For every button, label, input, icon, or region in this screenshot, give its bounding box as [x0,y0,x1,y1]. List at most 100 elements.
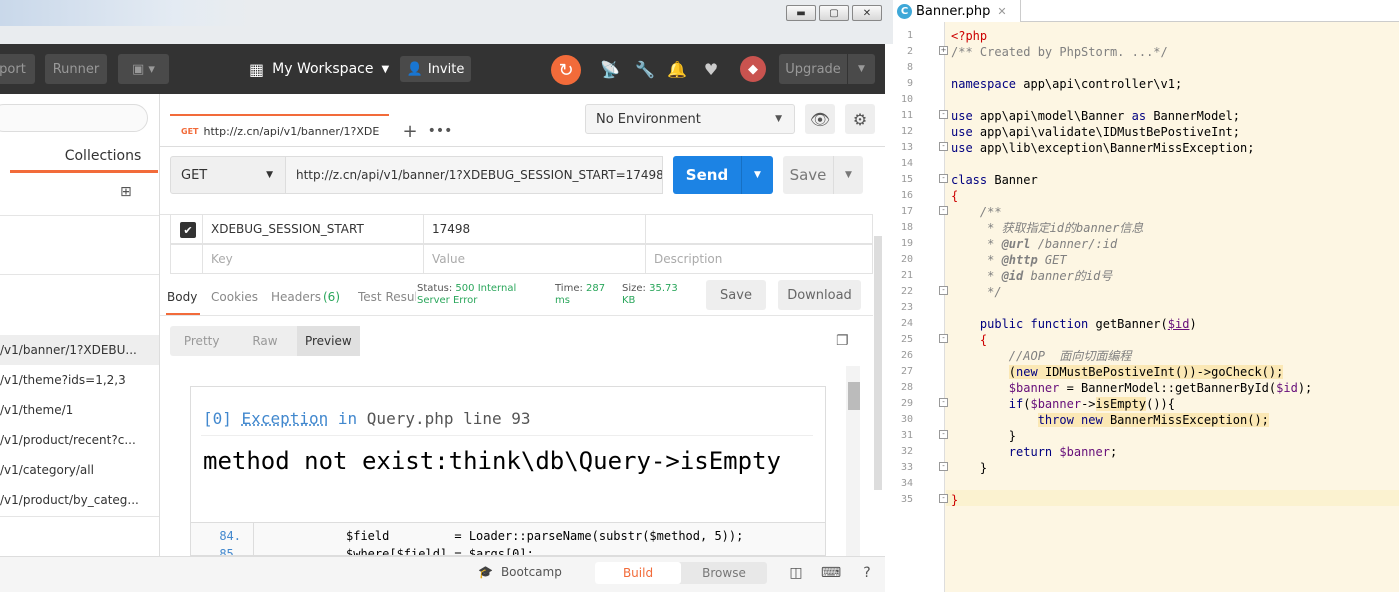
download-button[interactable]: Download [778,280,861,310]
close-icon[interactable]: ✕ [388,125,389,138]
view-pretty[interactable]: Pretty [170,334,233,348]
bell-icon[interactable]: 🔔 [666,58,688,80]
workspace-switcher[interactable]: ▦ My Workspace ▼ [249,54,389,84]
manage-environments-button[interactable]: ⚙ [845,104,875,134]
chevron-down-icon[interactable]: ▼ [833,156,863,194]
chevron-down-icon[interactable]: ▼ [847,54,875,84]
fold-icon[interactable]: - [939,398,948,407]
param-key-cell[interactable]: XDEBUG_SESSION_START [202,214,424,244]
code-line: <?php [951,29,988,43]
environment-quick-look-button[interactable]: 👁 [805,104,835,134]
maximize-button[interactable]: ▢ [819,5,849,21]
history-item[interactable]: /v1/product/recent?c... [0,425,159,455]
new-collection-icon[interactable]: ⊞ [120,184,140,204]
help-icon[interactable]: ? [858,564,876,582]
exception-index: [0] [203,409,232,428]
param-value-cell[interactable]: 17498 [423,214,646,244]
request-tab[interactable]: GET http://z.cn/api/v1/banner/1?XDE ✕ [170,114,389,147]
invite-button[interactable]: 👤 Invite [400,56,471,82]
editor-tab[interactable]: C Banner.php ✕ [893,0,1021,22]
param-description-input[interactable]: Description [645,244,873,274]
view-raw[interactable]: Raw [233,334,296,348]
chevron-down-icon[interactable]: ▼ [741,156,773,194]
param-description-cell[interactable] [645,214,873,244]
runner-button[interactable]: Runner [45,54,107,84]
sync-icon[interactable]: ↻ [551,55,581,85]
ellipsis-icon: ••• [427,123,453,139]
time-label: Time: [555,283,583,294]
save-button[interactable]: Save ▼ [783,156,863,194]
avatar[interactable]: ◆ [740,56,766,82]
close-icon[interactable]: ✕ [997,5,1006,18]
editor-tab-bar [1021,0,1399,22]
history-item[interactable]: /v1/theme?ids=1,2,3 [0,365,159,395]
new-tab-button[interactable]: + [398,116,422,146]
code-line: use app\lib\exception\BannerMissExceptio… [951,141,1255,155]
line-number: 21 [900,270,913,281]
exception-link[interactable]: Exception [242,409,329,428]
save-label: Save [789,166,827,184]
upgrade-button[interactable]: Upgrade ▼ [779,54,875,84]
environment-select[interactable]: No Environment ▼ [585,104,795,134]
fold-expand-icon[interactable]: + [939,46,948,55]
fold-icon[interactable]: - [939,286,948,295]
close-button[interactable]: ✕ [852,5,882,21]
fold-icon[interactable]: - [939,110,948,119]
wrench-icon[interactable]: 🔧 [634,58,656,80]
satellite-icon[interactable]: 📡 [599,58,621,80]
code-line: if($banner->isEmpty()){ [1008,397,1175,411]
fold-icon[interactable]: - [939,174,948,183]
history-item[interactable]: /v1/banner/1?XDEBU... [0,335,159,365]
param-value-input[interactable]: Value [423,244,646,274]
heart-icon[interactable]: ♥ [700,58,722,80]
line-number: 26 [900,350,913,361]
new-button[interactable]: ▣ ▾ [118,54,169,84]
tab-test-results[interactable]: Test Results [358,290,416,306]
scrollbar[interactable] [874,236,882,490]
fold-icon[interactable]: - [939,430,948,439]
two-pane-icon[interactable]: ◫ [787,564,805,582]
chevron-down-icon: ▼ [775,114,782,124]
code-line: /** Created by PhpStorm. ...*/ [951,45,1168,59]
fold-icon[interactable]: - [939,494,948,503]
send-button[interactable]: Send ▼ [673,156,773,194]
sidebar-search-input[interactable] [0,104,148,132]
line-number: 2 [906,46,913,57]
view-preview[interactable]: Preview [296,326,360,356]
bootcamp-label: Bootcamp [500,565,562,579]
history-item[interactable]: /v1/theme/1 [0,395,159,425]
more-tabs-button[interactable]: ••• [427,116,453,146]
save-response-button[interactable]: Save [706,280,766,310]
minimize-button[interactable]: ▬ [786,5,816,21]
active-tab-indicator [10,170,158,173]
tab-cookies[interactable]: Cookies [211,290,258,306]
gutter-divider [253,523,254,555]
browse-mode-button[interactable]: Browse [681,562,767,584]
eye-icon: 👁 [809,109,831,129]
keyboard-icon[interactable]: ⌨ [821,564,841,582]
method-select[interactable]: GET ▼ [170,156,286,194]
code-line: class Banner [951,173,1038,187]
scrollbar-thumb[interactable] [848,382,860,410]
tab-body[interactable]: Body [167,290,197,306]
param-enabled-checkbox[interactable]: ✔ [180,222,196,238]
bootcamp-button[interactable]: 🎓 Bootcamp [478,565,562,579]
history-item[interactable]: /v1/product/by_categ... [0,485,159,515]
headers-count-badge: (6) [323,290,340,304]
fold-icon[interactable]: - [939,206,948,215]
history-item[interactable]: /v1/category/all [0,455,159,485]
tab-headers[interactable]: Headers [271,290,321,306]
status-label: Status: [417,283,453,294]
tab-collections[interactable]: Collections [10,146,158,170]
fold-icon[interactable]: - [939,462,948,471]
url-input[interactable]: http://z.cn/api/v1/banner/1?XDEBUG_SESSI… [285,156,663,194]
build-mode-button[interactable]: Build [595,562,681,584]
param-key-input[interactable]: Key [202,244,424,274]
copy-icon[interactable]: ❐ [836,333,852,349]
postman-window: ▬ ▢ ✕ port Runner ▣ ▾ ▦ My Workspace ▼ 👤… [0,0,893,592]
code-line-number: 84. [219,529,241,543]
import-button[interactable]: port [0,54,35,84]
fold-icon[interactable]: - [939,142,948,151]
fold-icon[interactable]: - [939,334,948,343]
grid-icon: ▦ [249,59,265,79]
